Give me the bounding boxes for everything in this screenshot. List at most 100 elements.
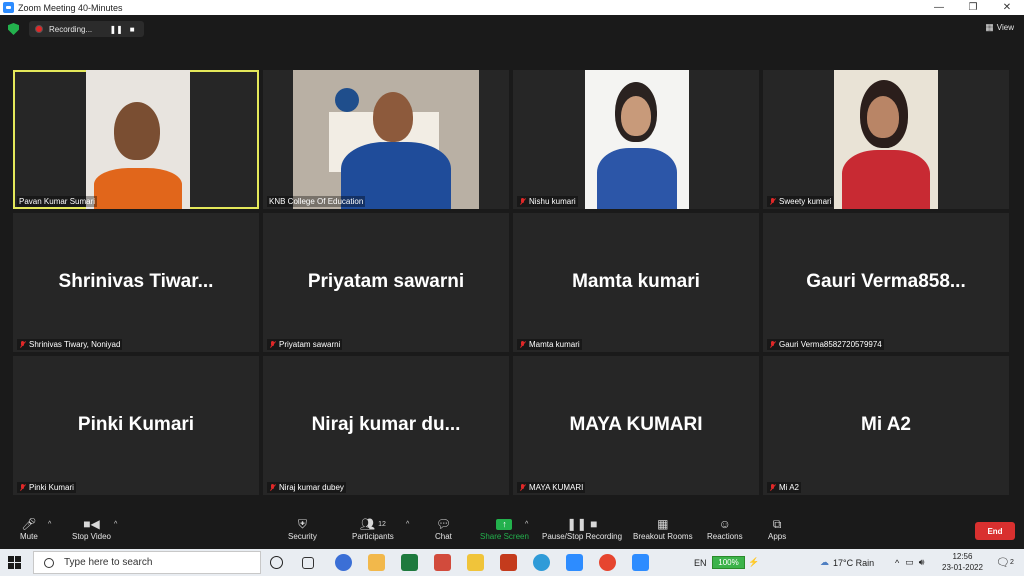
audio-options-caret-icon[interactable]: ^ <box>48 521 51 528</box>
muted-mic-icon <box>519 483 526 492</box>
view-label: View <box>996 23 1014 32</box>
grid-view-icon: ▦ <box>985 22 994 32</box>
browser-app-icon[interactable] <box>335 554 352 571</box>
video-tile[interactable]: Mamta kumari Mamta kumari <box>513 213 759 352</box>
participants-options-caret-icon[interactable]: ^ <box>406 521 409 528</box>
participant-display-name: Pinki Kumari <box>77 414 195 435</box>
language-indicator[interactable]: EN <box>694 549 707 576</box>
zoom-logo-icon <box>3 2 14 13</box>
video-tile[interactable]: Mi A2 Mi A2 <box>763 356 1009 495</box>
window-title: Zoom Meeting 40-Minutes <box>18 2 123 13</box>
reactions-button[interactable]: ☺ Reactions <box>707 516 743 541</box>
video-tile[interactable]: Shrinivas Tiwar... Shrinivas Tiwary, Non… <box>13 213 259 352</box>
minimize-button[interactable]: — <box>922 0 956 15</box>
zoom-meeting-app-icon[interactable] <box>632 554 649 571</box>
reactions-emoji-icon: ☺ <box>718 517 731 531</box>
video-tile[interactable]: MAYA KUMARI MAYA KUMARI <box>513 356 759 495</box>
battery-indicator[interactable]: 100% ⚡ <box>712 549 759 576</box>
store-app-icon[interactable] <box>368 554 385 571</box>
video-tile[interactable]: Pavan Kumar Sumari <box>13 70 259 209</box>
muted-mic-icon <box>269 483 276 492</box>
zoom-app-icon[interactable] <box>566 554 583 571</box>
pause-stop-icon: ❚❚ ■ <box>566 517 598 531</box>
mute-button[interactable]: 🎤︎ Mute <box>20 516 38 541</box>
muted-mic-icon <box>19 340 26 349</box>
participants-icon: 👥︎ 12 <box>359 517 386 531</box>
video-tile[interactable]: Gauri Verma858... Gauri Verma85827205799… <box>763 213 1009 352</box>
rain-cloud-icon: ☁ <box>820 557 829 567</box>
battery-tray-icon[interactable]: ▭ <box>905 557 914 568</box>
recording-label: Recording... <box>49 24 93 34</box>
cortana-icon[interactable] <box>270 556 283 569</box>
participant-display-name: Mamta kumari <box>572 271 700 292</box>
tile-name-label: Nishu kumari <box>517 196 578 207</box>
video-options-caret-icon[interactable]: ^ <box>114 521 117 528</box>
tile-name-label: Niraj kumar dubey <box>267 482 346 493</box>
breakout-rooms-button[interactable]: ▦ Breakout Rooms <box>633 516 693 541</box>
system-tray-icons[interactable]: ^ ▭ 🔊︎ <box>895 549 924 576</box>
video-tile[interactable]: Sweety kumari <box>763 70 1009 209</box>
search-icon <box>44 557 54 568</box>
maximize-button[interactable]: ❐ <box>956 0 990 15</box>
tile-name-label: Pinki Kumari <box>17 482 76 493</box>
recording-dot-icon <box>35 25 43 33</box>
show-hidden-icons-caret-icon[interactable]: ^ <box>895 558 899 568</box>
video-tile[interactable]: Nishu kumari <box>513 70 759 209</box>
stop-recording-icon[interactable]: ■ <box>126 23 138 35</box>
share-options-caret-icon[interactable]: ^ <box>525 521 528 528</box>
excel-app-icon[interactable] <box>401 554 418 571</box>
notifications-icon[interactable]: 🗨︎ 2 <box>996 549 1014 576</box>
taskbar-search-box[interactable]: Type here to search <box>33 551 261 574</box>
gallery-grid: Pavan Kumar Sumari KNB College Of Educat… <box>13 70 1011 495</box>
encryption-shield-icon[interactable] <box>8 23 19 35</box>
apps-icon: ⧉ <box>772 516 782 531</box>
muted-mic-icon <box>769 340 776 349</box>
pause-recording-icon[interactable]: ❚❚ <box>109 23 122 35</box>
video-tile[interactable]: Priyatam sawarni Priyatam sawarni <box>263 213 509 352</box>
breakout-rooms-icon: ▦ <box>657 517 669 531</box>
participant-display-name: Gauri Verma858... <box>806 271 966 292</box>
participants-count: 12 <box>378 520 386 528</box>
tile-name-label: KNB College Of Education <box>267 196 366 207</box>
video-tile[interactable]: Pinki Kumari Pinki Kumari <box>13 356 259 495</box>
end-meeting-button[interactable]: End <box>975 522 1015 540</box>
taskbar-clock[interactable]: 12:56 23-01-2022 <box>942 551 983 573</box>
weather-widget[interactable]: ☁ 17°C Rain <box>820 549 874 576</box>
video-camera-icon: ■◀ <box>83 517 100 531</box>
participant-video <box>834 70 938 209</box>
security-shield-icon: ⛨ <box>297 516 307 531</box>
charging-plug-icon: ⚡ <box>748 557 760 567</box>
security-button[interactable]: ⛨ Security <box>288 516 317 542</box>
participant-display-name: Shrinivas Tiwar... <box>58 271 214 292</box>
file-explorer-icon[interactable] <box>467 554 484 571</box>
video-tile[interactable]: KNB College Of Education <box>263 70 509 209</box>
chat-button[interactable]: 💬︎ Chat <box>435 516 452 541</box>
apps-button[interactable]: ⧉ Apps <box>768 516 786 542</box>
muted-mic-icon <box>769 197 776 206</box>
chat-bubble-icon: 💬︎ <box>435 517 452 531</box>
task-view-icon[interactable] <box>302 557 314 569</box>
windows-start-icon[interactable] <box>8 556 21 569</box>
office-app-icon[interactable] <box>500 554 517 571</box>
chrome-browser-icon[interactable] <box>599 554 616 571</box>
close-button[interactable]: ✕ <box>990 0 1024 15</box>
windows-taskbar: Type here to search EN 100% ⚡ ☁ 17°C Rai… <box>0 549 1024 576</box>
participants-button[interactable]: 👥︎ 12 Participants <box>352 516 394 541</box>
view-button[interactable]: ▦ View <box>985 22 1014 33</box>
video-tile[interactable]: Niraj kumar du... Niraj kumar dubey <box>263 356 509 495</box>
participant-video <box>86 70 190 209</box>
pause-stop-recording-button[interactable]: ❚❚ ■ Pause/Stop Recording <box>542 516 622 541</box>
window-titlebar: Zoom Meeting 40-Minutes — ❐ ✕ <box>0 0 1024 15</box>
meeting-topbar: Recording... ❚❚ ■ ▦ View <box>0 15 1024 43</box>
muted-mic-icon <box>769 483 776 492</box>
share-screen-button[interactable]: ↑ Share Screen <box>480 516 529 541</box>
pdf-app-icon[interactable] <box>434 554 451 571</box>
tile-name-label: MAYA KUMARI <box>517 482 586 493</box>
muted-mic-icon <box>19 483 26 492</box>
participant-display-name: Mi A2 <box>861 414 911 435</box>
tile-name-label: Shrinivas Tiwary, Noniyad <box>17 339 123 350</box>
volume-icon[interactable]: 🔊︎ <box>919 557 925 568</box>
stop-video-button[interactable]: ■◀ Stop Video <box>72 516 111 541</box>
recording-indicator: Recording... ❚❚ ■ <box>29 21 144 37</box>
edge-browser-icon[interactable] <box>533 554 550 571</box>
